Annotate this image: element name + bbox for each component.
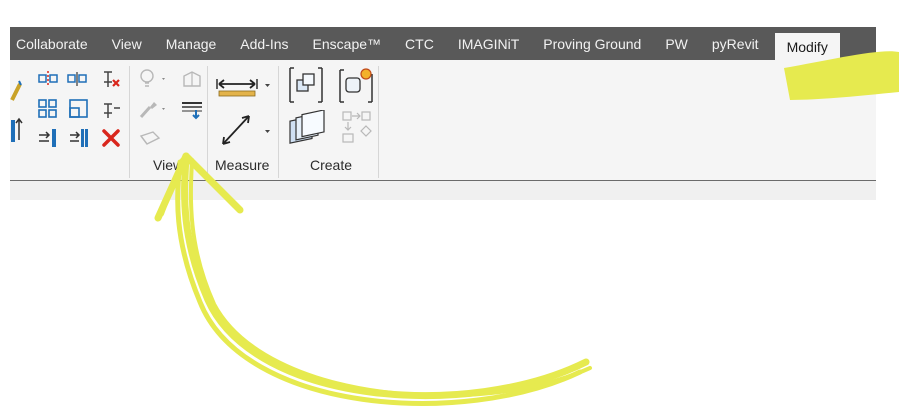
paintbrush-icon[interactable] [138, 98, 168, 120]
tab-enscape[interactable]: Enscape™ [301, 27, 393, 60]
measure-between-references-icon[interactable] [215, 70, 277, 102]
options-bar [10, 181, 876, 200]
tab-ctc[interactable]: CTC [393, 27, 446, 60]
mirror-draw-axis-icon[interactable] [66, 70, 88, 88]
ribbon-tab-bar: Collaborate View Manage Add-Ins Enscape™… [10, 27, 876, 60]
panel-label-view: View [153, 157, 184, 173]
override-graphics-icon[interactable] [180, 68, 206, 90]
tab-imaginit[interactable]: IMAGINiT [446, 27, 531, 60]
pin-icon[interactable] [100, 98, 122, 120]
create-similar-icon[interactable] [286, 110, 330, 150]
lightbulb-icon[interactable] [138, 68, 168, 90]
linework-icon[interactable] [180, 98, 206, 120]
scale-icon[interactable] [68, 98, 90, 120]
create-assembly-icon[interactable] [286, 66, 326, 106]
ribbon-panel: View Measure Create [10, 60, 876, 181]
split-gap-icon[interactable] [68, 127, 90, 149]
tab-pyrevit[interactable]: pyRevit [700, 27, 771, 60]
aligned-dimension-icon[interactable] [215, 110, 277, 150]
panel-label-measure: Measure [215, 157, 270, 173]
panel-separator [207, 66, 208, 178]
delete-icon[interactable] [100, 127, 122, 149]
panel-separator [278, 66, 279, 178]
mirror-axis-icon[interactable] [37, 70, 59, 88]
panel-separator [378, 66, 379, 178]
offset-icon[interactable] [37, 127, 59, 149]
cut-profile-icon[interactable] [138, 128, 164, 150]
panel-label-create: Create [310, 157, 353, 173]
create-group-icon[interactable] [340, 110, 376, 148]
tab-collaborate[interactable]: Collaborate [10, 27, 100, 60]
panel-separator [129, 66, 130, 178]
tab-add-ins[interactable]: Add-Ins [228, 27, 300, 60]
tab-proving-ground[interactable]: Proving Ground [531, 27, 653, 60]
unpin-icon[interactable] [98, 68, 124, 90]
tab-modify[interactable]: Modify [774, 33, 840, 60]
tab-pw[interactable]: PW [653, 27, 700, 60]
array-icon[interactable] [37, 98, 59, 120]
tab-view[interactable]: View [100, 27, 154, 60]
tab-manage[interactable]: Manage [154, 27, 229, 60]
split-tool-icon[interactable] [10, 114, 24, 144]
create-parts-icon[interactable] [336, 66, 376, 106]
align-tool-icon[interactable] [10, 78, 22, 102]
